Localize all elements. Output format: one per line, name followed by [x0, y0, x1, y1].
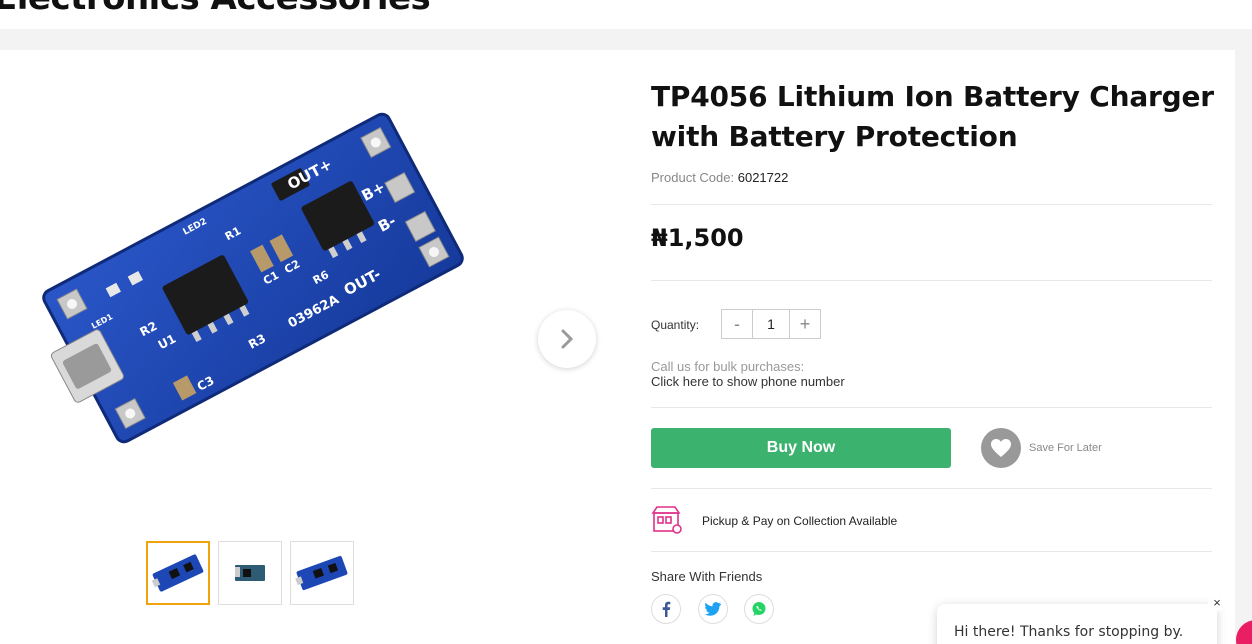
chat-greeting: Hi there! Thanks for stopping by. — [954, 624, 1184, 640]
quantity-input[interactable]: 1 — [752, 310, 790, 338]
product-main-image[interactable]: OUT+ B+ B- OUT- 03962A R1 R2 R3 U1 C1 C2… — [28, 88, 478, 458]
chat-launcher-button[interactable] — [1236, 620, 1252, 644]
pickup-availability: Pickup & Pay on Collection Available — [702, 514, 898, 528]
share-twitter-button[interactable] — [698, 594, 728, 624]
twitter-icon — [705, 602, 721, 616]
product-price: ₦1,500 — [651, 224, 744, 252]
product-code: Product Code: 6021722 — [651, 170, 788, 185]
divider — [651, 551, 1212, 552]
chat-close-button[interactable]: × — [1208, 593, 1226, 611]
share-whatsapp-button[interactable] — [744, 594, 774, 624]
product-code-value: 6021722 — [737, 170, 789, 185]
header-strip: Electronics Accessories — [0, 0, 1252, 29]
share-facebook-button[interactable] — [651, 594, 681, 624]
quantity-label: Quantity: — [651, 318, 700, 332]
heart-icon — [991, 439, 1011, 457]
whatsapp-icon — [752, 602, 766, 616]
divider — [651, 407, 1212, 408]
divider — [651, 488, 1212, 489]
product-title: TP4056 Lithium Ion Battery Charger with … — [651, 80, 1214, 153]
quantity-decrement-button[interactable]: - — [722, 310, 752, 338]
show-phone-link[interactable]: Click here to show phone number — [651, 374, 845, 389]
gallery-thumbnail-3[interactable] — [290, 541, 354, 605]
facebook-icon — [662, 601, 671, 617]
product-code-label: Product Code: — [651, 170, 735, 185]
gallery-thumbnail-1[interactable] — [146, 541, 210, 605]
gallery-next-button[interactable] — [538, 310, 596, 368]
quantity-stepper: - 1 + — [721, 309, 821, 339]
store-icon — [651, 506, 682, 534]
save-for-later-button[interactable] — [981, 428, 1021, 468]
divider — [651, 204, 1212, 205]
category-heading: Electronics Accessories — [0, 0, 431, 18]
gallery-thumbnail-2[interactable] — [218, 541, 282, 605]
share-label: Share With Friends — [651, 569, 763, 584]
bulk-purchase-note: Call us for bulk purchases: — [651, 359, 805, 374]
quantity-increment-button[interactable]: + — [790, 310, 820, 338]
chevron-right-icon — [561, 329, 574, 349]
buy-now-button[interactable]: Buy Now — [651, 428, 951, 468]
divider — [651, 280, 1212, 281]
save-for-later-label[interactable]: Save For Later — [1029, 442, 1102, 454]
chat-popup[interactable]: Hi there! Thanks for stopping by. — [937, 604, 1217, 644]
